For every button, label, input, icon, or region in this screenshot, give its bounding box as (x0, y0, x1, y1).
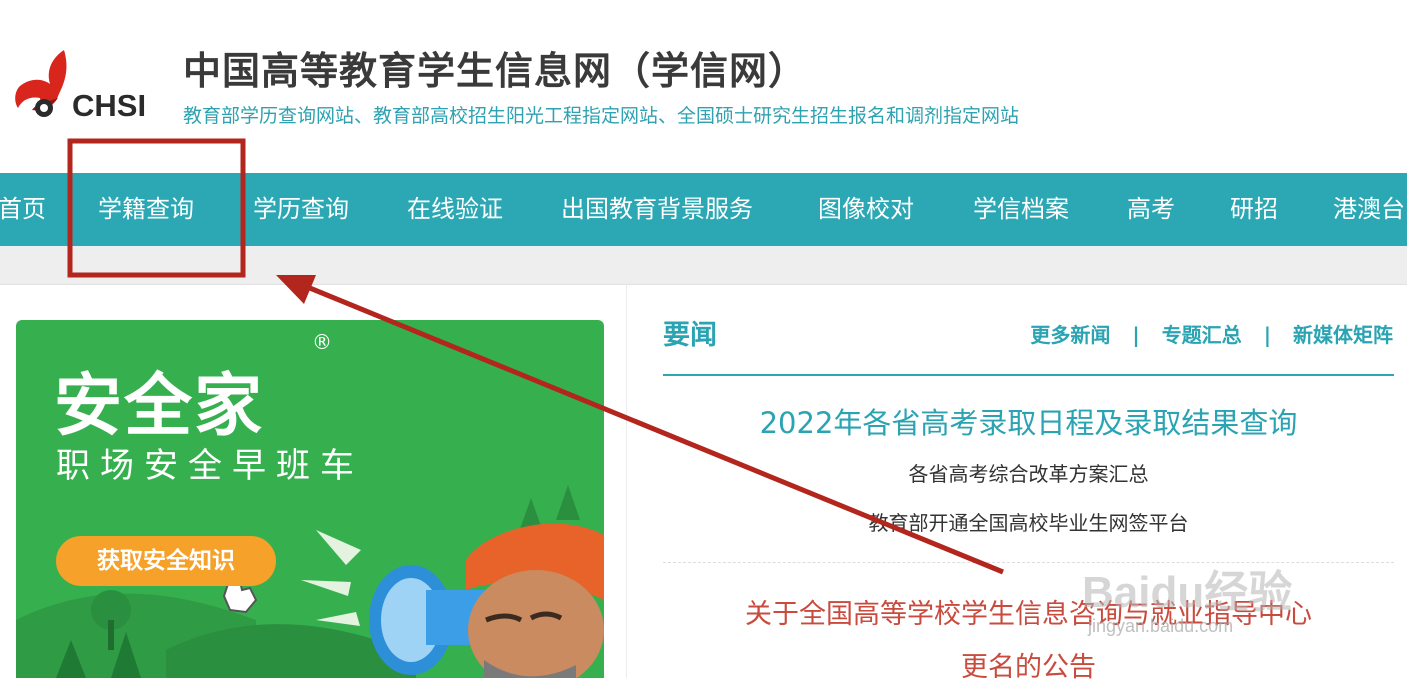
nav-item-yanzhao[interactable]: 研招 (1230, 173, 1278, 246)
notice-link-line2[interactable]: 更名的公告 (663, 645, 1394, 684)
baidu-watermark-url: jingyan.baidu.com (1088, 616, 1234, 636)
registered-mark: ® (312, 330, 332, 354)
ad-banner[interactable]: 安全家 ® 职场安全早班车 获取安全知识 (16, 320, 604, 678)
nav-item-enrollment-query[interactable]: 学籍查询 (98, 173, 194, 246)
nav-item-archive[interactable]: 学信档案 (973, 173, 1069, 246)
site-title: 中国高等教育学生信息网（学信网） (183, 49, 808, 93)
baidu-watermark: Baidu经验 (1082, 568, 1293, 617)
column-divider (626, 285, 627, 678)
nav-item-image-proofing[interactable]: 图像校对 (818, 173, 914, 246)
news-divider (663, 374, 1394, 376)
site-subtitle: 教育部学历查询网站、教育部高校招生阳光工程指定网站、全国硕士研究生招生报名和调剂… (183, 105, 1020, 127)
news-section-title: 要闻 (663, 320, 717, 351)
banner-brand: 安全家 (54, 367, 265, 446)
logo-text: CHSI (72, 88, 147, 123)
nav-item-degree-query[interactable]: 学历查询 (253, 173, 349, 246)
nav-item-hk-macao-taiwan[interactable]: 港澳台 (1333, 173, 1405, 246)
more-news-link[interactable]: 更多新闻 (1030, 323, 1110, 347)
get-safety-knowledge-button[interactable]: 获取安全知识 (56, 536, 276, 586)
main-nav: 首页 学籍查询 学历查询 在线验证 出国教育背景服务 图像校对 学信档案 高考 … (0, 173, 1407, 246)
sub-bar (0, 246, 1407, 285)
news-links: 更多新闻 | 专题汇总 | 新媒体矩阵 (1030, 319, 1393, 348)
new-media-link[interactable]: 新媒体矩阵 (1293, 323, 1393, 347)
nav-item-overseas-service[interactable]: 出国教育背景服务 (561, 173, 753, 246)
link-separator: | (1263, 323, 1271, 347)
nav-item-online-verify[interactable]: 在线验证 (407, 173, 503, 246)
link-separator: | (1132, 323, 1140, 347)
news-headline-link[interactable]: 2022年各省高考录取日程及录取结果查询 (663, 400, 1394, 442)
banner-tagline: 职场安全早班车 (56, 446, 364, 486)
news-item-link[interactable]: 各省高考综合改革方案汇总 (663, 458, 1394, 487)
nav-item-gaokao[interactable]: 高考 (1127, 173, 1175, 246)
nav-item-home[interactable]: 首页 (0, 173, 46, 246)
news-item-link[interactable]: 教育部开通全国高校毕业生网签平台 (663, 507, 1394, 536)
topics-link[interactable]: 专题汇总 (1162, 323, 1242, 347)
